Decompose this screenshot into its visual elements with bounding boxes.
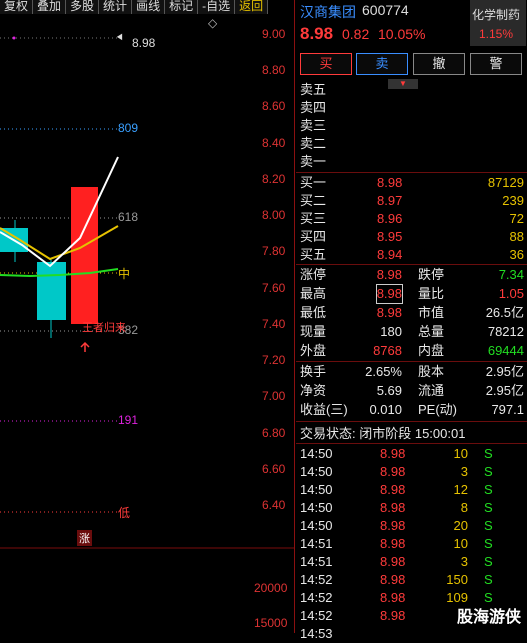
stat-row: 换手 2.65% 股本 2.95亿 xyxy=(300,364,524,379)
alert-button[interactable]: 警 xyxy=(470,53,522,75)
trade-status: 交易状态: 闭市阶段 15:00:01 xyxy=(300,426,466,441)
stat-row: 外盘 8768 内盘 69444 xyxy=(300,343,524,358)
chart-max-arrow: ◄ xyxy=(115,31,124,43)
price-tick: 8.40 xyxy=(262,136,286,150)
sell-level: 卖一 xyxy=(300,154,327,169)
quote-panel: 汉商集团 600774 化学制药 1.15% 8.98 0.82 10.05% … xyxy=(296,0,527,641)
toolbar-diejia[interactable]: 叠加 xyxy=(33,0,67,14)
price-tick: 7.00 xyxy=(262,389,286,403)
trade-row: 14:51 8.98 3 S xyxy=(300,554,493,569)
buy-level: 买三 8.96 72 xyxy=(300,211,524,226)
watermark: 股海游侠 xyxy=(456,609,521,626)
stat-row: 最高 8.98 量比 1.05 xyxy=(300,284,524,304)
volume-tick: 15000 xyxy=(254,616,288,630)
stat-row: 现量 180 总量 78212 xyxy=(300,324,524,339)
cancel-button[interactable]: 撤 xyxy=(413,53,465,75)
trade-row: 14:50 8.98 20 S xyxy=(300,518,493,533)
fib-label-809: 809 xyxy=(118,121,139,135)
chart-max-label: 8.98 xyxy=(132,36,156,50)
price-tick: 8.20 xyxy=(262,172,286,186)
price-tick: 8.80 xyxy=(262,63,286,77)
fib-label-low: 低 xyxy=(118,506,131,520)
price-tick: 7.20 xyxy=(262,353,286,367)
toolbar-fuquan[interactable]: 复权 xyxy=(0,0,34,14)
zhang-badge: 涨 xyxy=(77,530,92,546)
volume-tick: 20000 xyxy=(254,581,288,595)
sell-level: 卖五 xyxy=(300,82,327,97)
buy-level: 买一 8.98 87129 xyxy=(300,175,524,190)
price-tick: 6.80 xyxy=(262,426,286,440)
toolbar-duogu[interactable]: 多股 xyxy=(66,0,100,14)
price-tick: 7.80 xyxy=(262,244,286,258)
panel-divider xyxy=(294,0,295,633)
price-tick: 7.40 xyxy=(262,317,286,331)
trade-row: 14:50 8.98 3 S xyxy=(300,464,493,479)
price-tick: 6.40 xyxy=(262,498,286,512)
trade-row: 14:50 8.98 8 S xyxy=(300,500,493,515)
price-tick: 8.00 xyxy=(262,208,286,222)
buy-level: 买四 8.95 88 xyxy=(300,229,524,244)
chart-annotation: 王者归来 xyxy=(82,322,126,334)
stat-row: 涨停 8.98 跌停 7.34 xyxy=(300,267,524,282)
price-tick: 6.60 xyxy=(262,462,286,476)
kline-chart[interactable] xyxy=(0,14,294,633)
toolbar-zixuan[interactable]: -自选 xyxy=(198,0,236,14)
buy-button[interactable]: 买 xyxy=(300,53,352,75)
chart-diamond-icon[interactable]: ◇ xyxy=(208,16,217,30)
stat-row: 最低 8.98 市值 26.5亿 xyxy=(300,305,524,320)
buy-level: 买五 8.94 36 xyxy=(300,247,524,262)
trade-row: 14:52 8.98 150 S xyxy=(300,572,493,587)
price-tick: 7.60 xyxy=(262,281,286,295)
toolbar-biaoji[interactable]: 标记 xyxy=(165,0,199,14)
fib-label-618: 618 xyxy=(118,210,139,224)
sell-level: 卖二 xyxy=(300,136,327,151)
toolbar-huaxian[interactable]: 画线 xyxy=(132,0,166,14)
sell-button[interactable]: 卖 xyxy=(356,53,408,75)
fib-label-191: 191 xyxy=(118,413,139,427)
trade-row: 14:50 8.98 12 S xyxy=(300,482,493,497)
sector-name: 化学制药 xyxy=(472,8,521,22)
stat-row: 收益(三) 0.010 PE(动) 797.1 xyxy=(300,402,524,417)
toolbar-tongji[interactable]: 统计 xyxy=(99,0,133,14)
stock-change-pct: 10.05% xyxy=(378,26,426,42)
trade-row: 14:51 8.98 10 S xyxy=(300,536,493,551)
trade-row: 14:53 xyxy=(300,626,333,641)
stat-row: 净资 5.69 流通 2.95亿 xyxy=(300,383,524,398)
stock-name: 汉商集团 xyxy=(300,4,356,20)
fib-label-mid: 中 xyxy=(118,267,131,281)
price-tick: 8.60 xyxy=(262,99,286,113)
chart-toolbar: 复权 叠加 多股 统计 画线 标记 -自选 返回 xyxy=(0,0,294,14)
sell-level: 卖四 xyxy=(300,100,327,115)
sector-pct: 1.15% xyxy=(479,27,514,41)
stock-price: 8.98 xyxy=(300,24,334,43)
trade-row: 14:50 8.98 10 S xyxy=(300,446,493,461)
buy-level: 买二 8.97 239 xyxy=(300,193,524,208)
sell-level: 卖三 xyxy=(300,118,327,133)
stock-code: 600774 xyxy=(362,2,409,18)
stock-change: 0.82 xyxy=(342,26,370,42)
sector-box[interactable]: 化学制药 1.15% xyxy=(470,0,526,46)
toolbar-fanhui[interactable]: 返回 xyxy=(235,0,269,14)
price-tick: 9.00 xyxy=(262,27,286,41)
